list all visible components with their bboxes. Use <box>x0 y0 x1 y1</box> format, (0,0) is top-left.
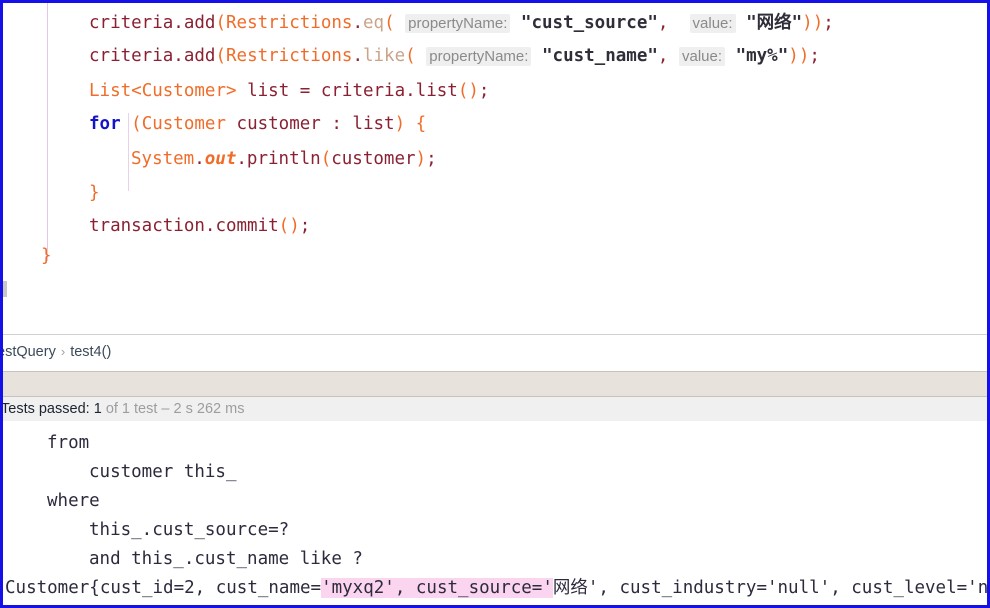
console-where: where <box>47 491 100 511</box>
line-transaction-commit: transaction.commit(); <box>89 216 311 236</box>
breadcrumb-separator-icon: › <box>60 344 66 359</box>
line-close-method: } <box>41 246 52 266</box>
line-list-declaration: List<Customer> list = criteria.list(); <box>89 81 490 101</box>
tests-passed-count: 1 <box>93 401 102 417</box>
test-breadcrumb-band: estQuery › test4() <box>3 334 987 371</box>
console-output[interactable]: from customer this_where this_.cust_source… <box>3 421 987 605</box>
breadcrumb-class[interactable]: estQuery <box>3 344 56 360</box>
tests-duration-detail: of 1 test – 2 s 262 ms <box>105 401 245 417</box>
console-from: from <box>47 433 90 453</box>
run-toolbar[interactable] <box>3 371 987 397</box>
line-for-loop: for (Customer customer : list) { <box>89 114 427 134</box>
run-tool-window: estQuery › test4() Tests passed: 1 of 1 te… <box>3 334 987 605</box>
line-close-for: } <box>89 183 100 203</box>
test-status-bar: Tests passed: 1 of 1 test – 2 s 262 ms <box>3 397 987 424</box>
line-println: System.out.println(customer); <box>131 149 437 169</box>
console-cond-source: this_.cust_source=? <box>89 520 290 540</box>
test-breadcrumb[interactable]: estQuery › test4() <box>3 344 111 360</box>
line-criteria-add-eq: criteria.add(Restrictions.eq( propertyNa… <box>89 13 834 33</box>
console-selection-highlight: 'myxq2', cust_source=' <box>321 578 553 598</box>
line-criteria-add-like: criteria.add(Restrictions.like( property… <box>89 46 820 66</box>
test-status-text: Tests passed: 1 of 1 test – 2 s 262 ms <box>1 401 245 417</box>
editor-scrollbar-nub[interactable] <box>3 281 7 297</box>
ide-window: criteria.add(Restrictions.eq( propertyNa… <box>0 0 990 608</box>
console-cond-name: and this_.cust_name like ? <box>89 549 363 569</box>
indent-guide-level-1 <box>47 3 48 261</box>
tests-passed-label: Tests passed: <box>1 401 90 417</box>
console-customer-object: Customer{cust_id=2, cust_name='myxq2', c… <box>5 578 987 598</box>
breadcrumb-method[interactable]: test4() <box>70 344 111 360</box>
code-editor-pane[interactable]: criteria.add(Restrictions.eq( propertyNa… <box>3 3 987 334</box>
console-customer-alias: customer this_ <box>89 462 237 482</box>
